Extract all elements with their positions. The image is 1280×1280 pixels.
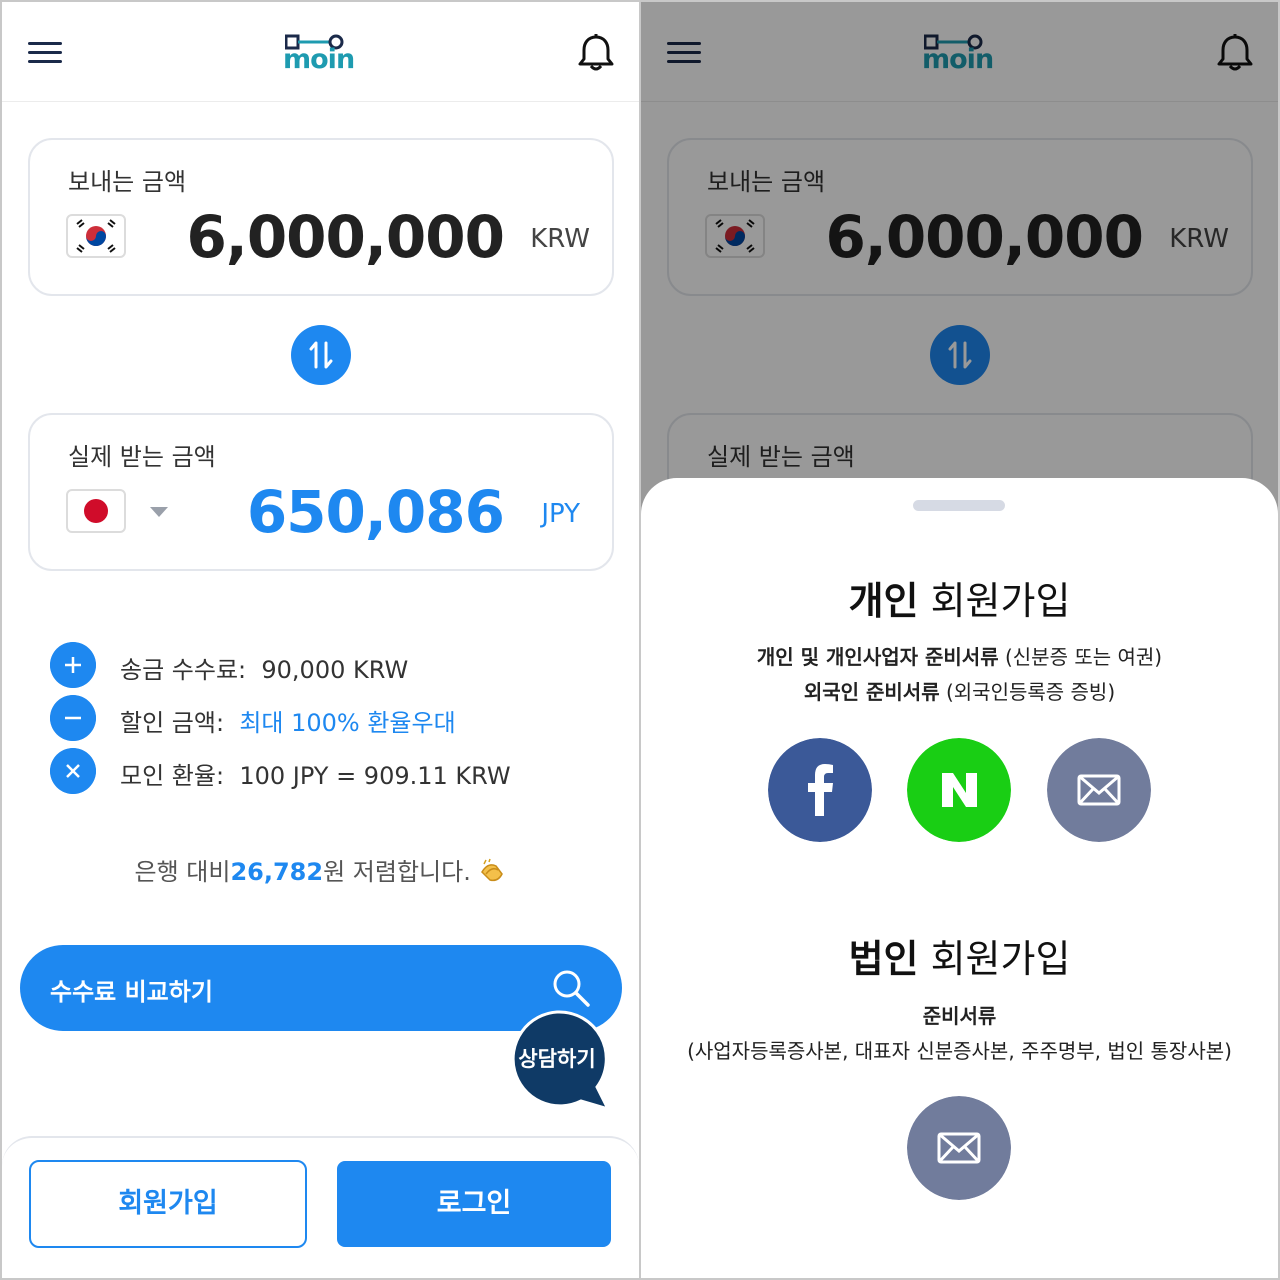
swap-button[interactable] [291,325,351,385]
swap-arrows-icon [309,341,333,369]
facebook-signup-button[interactable] [768,738,872,842]
corporate-docs-list: (사업자등록증사본, 대표자 신분증사본, 주주명부, 법인 통장사본) [687,1039,1232,1063]
personal-docs-line: 개인 및 개인사업자 준비서류 (신분증 또는 여권) [756,645,1163,669]
chat-label: 상담하기 [518,1047,596,1071]
chevron-down-icon[interactable] [148,505,170,519]
signup-bottom-sheet: 개인 회원가입 개인 및 개인사업자 준비서류 (신분증 또는 여권) 외국인 … [641,478,1278,1278]
personal-signup-title: 개인 회원가입 [848,579,1071,623]
search-icon [553,970,590,1007]
menu-icon[interactable] [28,40,62,66]
signup-button[interactable]: 회원가입 [29,1160,307,1248]
receive-label: 실제 받는 금액 [68,443,216,471]
send-currency: KRW [530,224,590,254]
japan-flag-icon[interactable] [66,489,126,533]
signup-sheet-screen: moin 보내는 금액 6,000,000 KRW 실제 받는 금액 개인 회원… [641,2,1278,1278]
fee-row: 송금 수수료: 90,000 KRW [50,642,610,688]
discount-text: 할인 금액: 최대 100% 환율우대 [120,709,456,737]
saving-amount: 26,782 [230,858,324,886]
corporate-docs-heading: 준비서류 [922,1004,997,1028]
discount-row: 할인 금액: 최대 100% 환율우대 [50,695,610,741]
email-signup-button[interactable] [1047,738,1151,842]
saving-text: 은행 대비26,782원 저렴합니다. [2,852,639,887]
send-label: 보내는 금액 [68,168,187,196]
moin-logo[interactable]: moin [283,32,359,74]
corporate-signup-title: 법인 회원가입 [848,937,1071,981]
multiply-icon [50,748,96,794]
chat-consult-button[interactable]: 상담하기 [507,1009,611,1113]
naver-signup-button[interactable] [907,738,1011,842]
bottom-action-panel: 회원가입 로그인 [2,1136,639,1278]
rate-row: 모인 환율: 100 JPY = 909.11 KRW [50,748,610,794]
fee-text: 송금 수수료: 90,000 KRW [120,656,409,684]
receive-amount-card[interactable]: 실제 받는 금액 650,086 JPY [28,413,614,571]
corporate-email-signup-button[interactable] [907,1096,1011,1200]
top-bar: moin [2,2,639,102]
login-button[interactable]: 로그인 [337,1161,611,1247]
korea-flag-icon[interactable] [66,214,126,258]
rate-text: 모인 환율: 100 JPY = 909.11 KRW [120,762,511,790]
send-amount-card[interactable]: 보내는 금액 6,000,000 KRW [28,138,614,296]
sheet-drag-handle[interactable] [913,500,1005,511]
clapping-hands-icon [481,858,504,882]
compare-label: 수수료 비교하기 [50,978,213,1006]
minus-icon [50,695,96,741]
receive-currency: JPY [541,499,580,529]
send-amount-value[interactable]: 6,000,000 [186,202,505,272]
receive-amount-value: 650,086 [246,478,505,546]
bell-icon[interactable] [575,32,617,74]
exchange-screen: moin 보내는 금액 6,000,000 KRW 실제 받는 금액 650,0… [2,2,639,1278]
plus-icon [50,642,96,688]
discount-value[interactable]: 최대 100% 환율우대 [239,709,455,737]
foreigner-docs-line: 외국인 준비서류 (외국인등록증 증빙) [803,680,1116,704]
logo-text: moin [283,44,355,75]
